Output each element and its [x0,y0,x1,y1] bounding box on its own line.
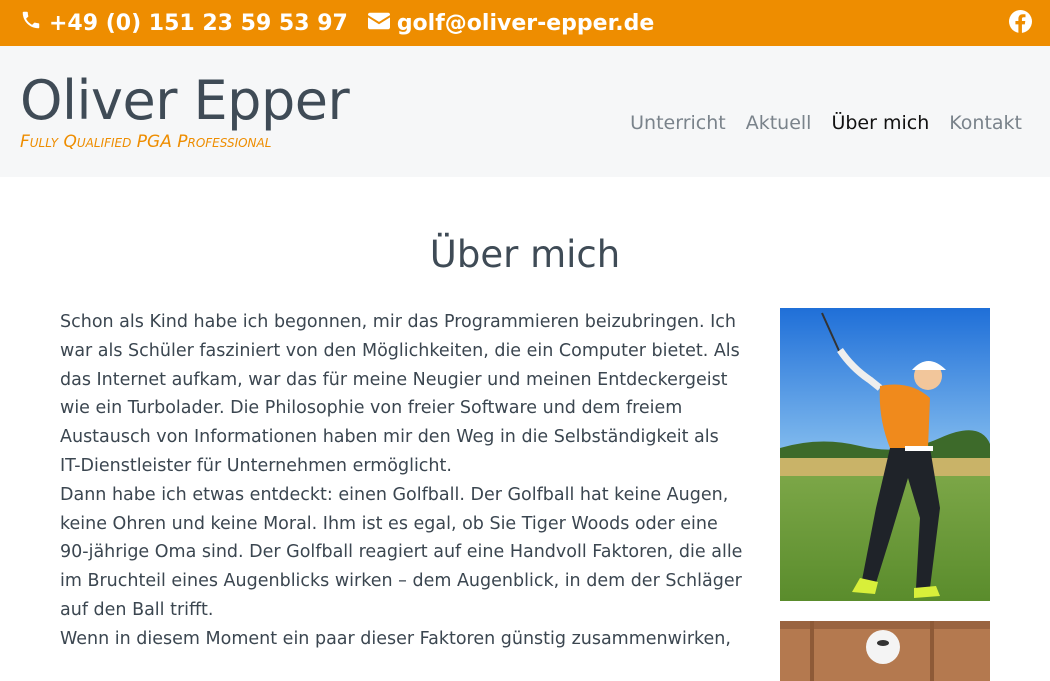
phone-icon [20,9,49,37]
phone-number: +49 (0) 151 23 59 53 97 [49,10,348,36]
envelope-icon [367,11,397,36]
golf-ball-photo [780,621,990,681]
paragraph: Wenn in diesem Moment ein paar dieser Fa… [60,628,731,649]
nav-item-ueber-mich[interactable]: Über mich [831,112,929,134]
about-text: Schon als Kind habe ich begonnen, mir da… [60,308,744,654]
about-section: Schon als Kind habe ich begonnen, mir da… [60,308,990,681]
site-tagline: Fully Qualified PGA Professional [20,131,272,152]
brand[interactable]: Oliver Epper Fully Qualified PGA Profess… [20,68,350,152]
golfer-photo [780,308,990,601]
site-header: Oliver Epper Fully Qualified PGA Profess… [0,46,1050,177]
email-address: golf@oliver-epper.de [396,10,655,36]
top-contact-bar: +49 (0) 151 23 59 53 97 golf@oliver-eppe… [0,0,1050,46]
main-nav: Unterricht Aktuell Über mich Kontakt [630,112,1022,134]
contact-info: +49 (0) 151 23 59 53 97 golf@oliver-eppe… [20,9,674,37]
nav-item-kontakt[interactable]: Kontakt [949,112,1022,134]
phone-link[interactable]: +49 (0) 151 23 59 53 97 [20,9,348,37]
facebook-icon[interactable] [1009,9,1032,37]
site-title: Oliver Epper [20,68,350,132]
paragraph: Dann habe ich etwas entdeckt: einen Golf… [60,484,743,620]
page-title: Über mich [429,233,621,276]
nav-item-unterricht[interactable]: Unterricht [630,112,726,134]
paragraph: Schon als Kind habe ich begonnen, mir da… [60,312,740,476]
main-content: Über mich Schon als Kind habe ich begonn… [0,233,1050,681]
email-link[interactable]: golf@oliver-epper.de [367,10,655,36]
nav-item-aktuell[interactable]: Aktuell [746,112,812,134]
